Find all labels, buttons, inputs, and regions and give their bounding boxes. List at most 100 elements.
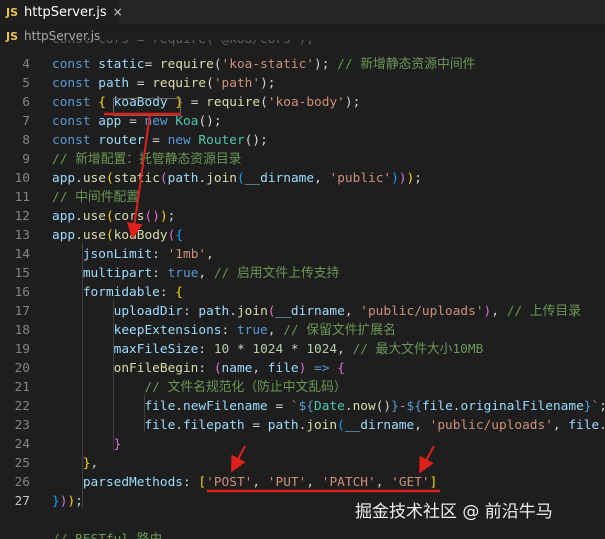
close-icon[interactable]: × (113, 5, 123, 19)
code-token: ( (337, 418, 345, 433)
line-number: 24 (14, 437, 30, 452)
code-token: , (206, 247, 214, 262)
code-token: const (52, 114, 99, 129)
code-token: , (267, 323, 284, 338)
code-token: ( (105, 228, 114, 243)
code-token: __dirname (244, 171, 315, 186)
code-token: name (221, 361, 253, 376)
code-token: : (152, 247, 168, 262)
code-editor[interactable]: 4 const static= require('koa-static'); //… (0, 35, 605, 539)
code-line[interactable]: 4 const static= require('koa-static'); //… (0, 55, 605, 74)
code-text: file.newFilename = `${Date.now()}-${file… (52, 397, 605, 416)
code-line[interactable]: 5 const path = require('path'); (0, 74, 605, 93)
code-token: . (452, 399, 461, 414)
code-token: 1024 (252, 342, 284, 357)
code-text: parsedMethods: ['POST', 'PUT', 'PATCH', … (52, 473, 438, 492)
code-line[interactable]: // RESTful 路由 (0, 530, 605, 539)
code-line[interactable]: 13 app.use(koaBody({ (0, 226, 605, 245)
code-token: , (252, 475, 268, 490)
code-token: static (113, 171, 160, 186)
code-token: keepExtensions (113, 323, 222, 338)
code-token: Koa (175, 114, 199, 129)
code-token: ); (260, 76, 276, 91)
code-line[interactable]: 22 file.newFilename = `${Date.now()}-${f… (0, 397, 605, 416)
code-token: // 新增静态资源中间件 (329, 57, 476, 72)
code-text: // 新增配置：托管静态资源目录 (52, 150, 241, 169)
code-line[interactable]: 21 // 文件名规范化（防止中文乱码） (0, 378, 605, 397)
code-line[interactable]: 24 } (0, 435, 605, 454)
code-token: require (206, 95, 261, 110)
code-token: use (82, 228, 106, 243)
code-token: jsonLimit (82, 247, 153, 262)
code-text: app.use(static(path.join(__dirname, 'pub… (52, 169, 422, 188)
code-token: ) (391, 171, 399, 186)
code-token: . (599, 418, 605, 433)
code-line[interactable]: 9 // 新增配置：托管静态资源目录 (0, 150, 605, 169)
line-number: 23 (14, 418, 30, 433)
code-token: file (568, 418, 600, 433)
code-line[interactable]: 18 keepExtensions: true, // 保留文件扩展名 (0, 321, 605, 340)
code-token: , (414, 418, 430, 433)
code-token: // 新增配置：托管静态资源目录 (52, 152, 242, 167)
code-line[interactable]: 6 const { koaBody } = require('koa-body')… (0, 93, 605, 112)
indent-guide (113, 299, 114, 451)
code-token: 'PUT' (267, 475, 307, 490)
code-token: ${ (406, 399, 422, 414)
code-token: join (306, 418, 338, 433)
code-text: multipart: true, // 启用文件上传支持 (52, 264, 340, 283)
code-token: // 保留文件扩展名 (283, 323, 396, 338)
code-token: , (491, 304, 507, 319)
code-line[interactable]: 17 uploadDir: path.join(__dirname, 'publ… (0, 302, 605, 321)
line-number: 26 (14, 475, 30, 490)
code-token: ); (314, 57, 330, 72)
code-token: path (198, 304, 230, 319)
code-token: ( (105, 209, 114, 224)
code-line[interactable]: 26 parsedMethods: ['POST', 'PUT', 'PATCH… (0, 473, 605, 492)
code-line[interactable]: 19 maxFileSize: 10 * 1024 * 1024, // 最大文… (0, 340, 605, 359)
code-token: true (236, 323, 268, 338)
line-number: 25 (14, 456, 30, 471)
code-token: = (144, 57, 160, 72)
line-number: 15 (14, 266, 30, 281)
code-token: [ (198, 475, 207, 490)
code-line[interactable]: 7 const app = new Koa(); (0, 112, 605, 131)
code-token: { (337, 361, 345, 376)
code-token: ( (260, 95, 268, 110)
code-token: koaBody (113, 228, 168, 243)
code-token: static (98, 57, 145, 72)
code-token: = (121, 114, 145, 129)
code-line[interactable]: 16 formidable: { (0, 283, 605, 302)
code-token: : (152, 266, 168, 281)
line-number: 6 (22, 95, 30, 110)
code-token: maxFileSize (113, 342, 199, 357)
code-token: : (183, 475, 199, 490)
code-line[interactable]: 25 }, (0, 454, 605, 473)
code-line[interactable]: 8 const router = new Router(); (0, 131, 605, 150)
code-token: multipart (82, 266, 153, 281)
code-line[interactable]: 15 multipart: true, // 启用文件上传支持 (0, 264, 605, 283)
code-token: require (159, 57, 214, 72)
code-token: file (267, 361, 299, 376)
code-token: originalFilename (460, 399, 584, 414)
code-line[interactable]: 14 jsonLimit: '1mb', (0, 245, 605, 264)
code-line[interactable]: 10 app.use(static(path.join(__dirname, 'p… (0, 169, 605, 188)
code-line[interactable]: 12 app.use(cors()); (0, 207, 605, 226)
code-token: '1mb' (167, 247, 207, 262)
code-line[interactable]: 11 // 中间件配置 (0, 188, 605, 207)
code-token: : (159, 285, 176, 300)
tab-filename: httpServer.js (24, 4, 107, 20)
line-number: 13 (14, 228, 30, 243)
line-number: 19 (14, 342, 30, 357)
code-text: const router = new Router(); (52, 131, 268, 150)
code-token: const (52, 57, 99, 72)
code-token: app (52, 228, 76, 243)
line-number: 7 (22, 114, 30, 129)
code-line[interactable]: 23 file.filepath = path.join(__dirname, … (0, 416, 605, 435)
code-token: uploadDir (113, 304, 183, 319)
code-token: ) (159, 209, 168, 224)
code-token: (); (244, 133, 268, 148)
tab-httpserver[interactable]: JS httpServer.js × (0, 0, 123, 24)
code-line[interactable]: 20 onFileBegin: (name, file) => { (0, 359, 605, 378)
